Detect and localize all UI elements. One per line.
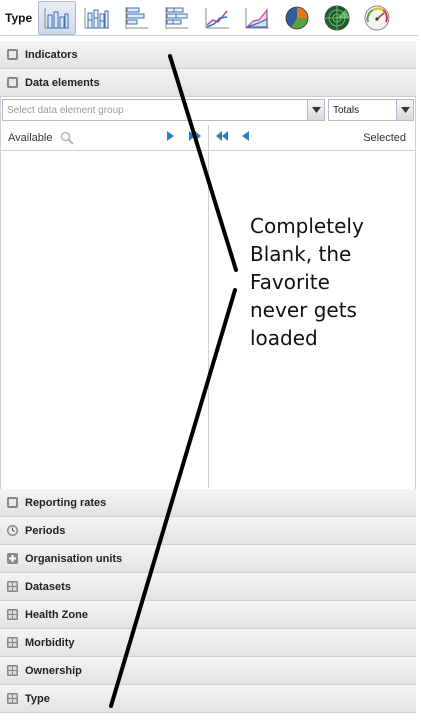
section-morbidity-label: Morbidity — [25, 636, 75, 649]
column-chart-button[interactable] — [38, 0, 76, 35]
chart-type-toolbar: Type — [0, 0, 418, 36]
stacked-column-chart-icon — [84, 7, 109, 28]
data-element-group-select[interactable]: Select data element group — [2, 99, 325, 121]
section-type-label: Type — [25, 692, 50, 705]
grid-icon — [6, 636, 19, 649]
clock-icon — [6, 524, 19, 537]
bar-chart-button[interactable] — [118, 1, 156, 35]
pie-chart-icon — [285, 6, 309, 29]
column-chart-icon — [44, 7, 69, 28]
available-list-header: Available — [1, 125, 208, 151]
data-element-group-placeholder: Select data element group — [7, 104, 124, 116]
section-datasets-label: Datasets — [25, 580, 71, 593]
section-reporting-rates[interactable]: Reporting rates — [0, 489, 416, 517]
section-data-elements[interactable]: Data elements — [0, 69, 416, 97]
section-indicators-label: Indicators — [25, 48, 78, 61]
select-all-arrow-icon[interactable] — [189, 131, 201, 144]
line-chart-button[interactable] — [198, 1, 236, 35]
section-morbidity[interactable]: Morbidity — [0, 629, 416, 657]
section-reporting-rates-label: Reporting rates — [25, 496, 107, 509]
stacked-bar-chart-icon — [165, 6, 188, 29]
chevron-down-icon[interactable] — [396, 100, 413, 120]
annotation-line: never gets — [250, 298, 357, 322]
section-organisation-units-label: Organisation units — [25, 552, 123, 565]
line-chart-icon — [205, 7, 229, 28]
detail-level-select[interactable]: Totals — [328, 99, 414, 121]
stacked-column-chart-button[interactable] — [78, 1, 116, 35]
section-health-zone-label: Health Zone — [25, 608, 88, 621]
section-periods[interactable]: Periods — [0, 517, 416, 545]
selected-label: Selected — [363, 131, 406, 144]
stacked-bar-chart-button[interactable] — [158, 1, 196, 35]
section-organisation-units[interactable]: Organisation units — [0, 545, 416, 573]
chevron-down-icon[interactable] — [307, 100, 324, 120]
grid-icon — [6, 692, 19, 705]
section-datasets[interactable]: Datasets — [0, 573, 416, 601]
radar-chart-icon — [324, 5, 350, 30]
selected-list-header: Selected — [209, 125, 415, 151]
data-element-icon — [6, 76, 19, 89]
available-label: Available — [8, 131, 53, 144]
plus-icon — [6, 552, 19, 565]
section-health-zone[interactable]: Health Zone — [0, 601, 416, 629]
deselect-all-arrow-icon[interactable] — [216, 131, 228, 144]
annotation-note: Completely Blank, the Favorite never get… — [250, 212, 410, 352]
annotation-line: Completely — [250, 214, 364, 238]
type-label: Type — [5, 10, 33, 25]
grid-icon — [6, 608, 19, 621]
gauge-chart-icon — [364, 5, 390, 30]
area-chart-icon — [245, 7, 269, 28]
section-indicators[interactable]: Indicators — [0, 41, 416, 69]
deselect-one-arrow-icon[interactable] — [242, 131, 249, 144]
area-chart-button[interactable] — [238, 1, 276, 35]
section-data-elements-label: Data elements — [25, 76, 100, 89]
section-periods-label: Periods — [25, 524, 66, 537]
detail-level-value: Totals — [333, 104, 360, 116]
grid-icon — [6, 664, 19, 677]
annotation-line: Blank, the — [250, 242, 352, 266]
pie-chart-button[interactable] — [278, 1, 316, 35]
annotation-line: loaded — [250, 326, 318, 350]
section-type[interactable]: Type — [0, 685, 416, 713]
available-list[interactable] — [1, 152, 208, 488]
section-ownership-label: Ownership — [25, 664, 82, 677]
bar-chart-icon — [125, 6, 148, 29]
reporting-rate-icon — [6, 496, 19, 509]
search-icon[interactable] — [60, 131, 75, 145]
grid-icon — [6, 580, 19, 593]
gauge-chart-button[interactable] — [358, 1, 396, 35]
indicator-icon — [6, 48, 19, 61]
annotation-line: Favorite — [250, 270, 330, 294]
radar-chart-button[interactable] — [318, 1, 356, 35]
select-one-arrow-icon[interactable] — [167, 131, 174, 144]
section-ownership[interactable]: Ownership — [0, 657, 416, 685]
